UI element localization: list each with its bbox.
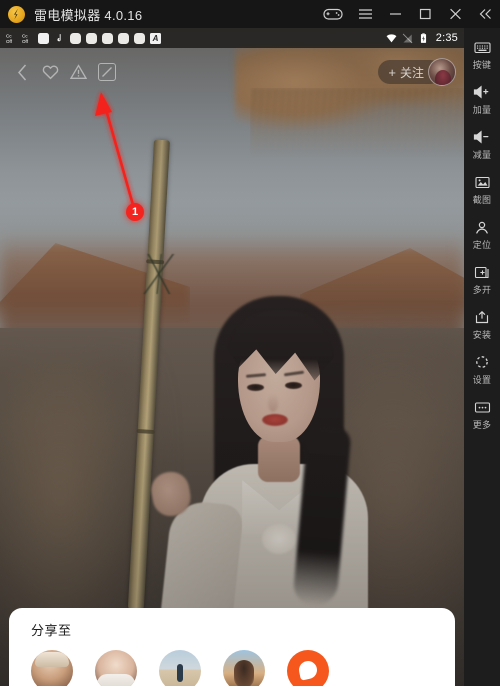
app-round-icon [134,32,145,44]
svg-text:Cc: Cc [22,33,28,38]
app-round-icon [70,32,81,44]
toolbar-item-volume-down[interactable]: 减量 [464,128,500,161]
svg-text:Cc: Cc [6,33,12,38]
gamepad-icon[interactable] [316,0,350,28]
status-bar-system: 2:35 [386,32,458,44]
volume-up-icon [473,83,492,101]
double-chevron-left-icon[interactable] [470,0,500,28]
toolbar-label: 截图 [472,195,492,205]
contact-avatar-3[interactable] [159,650,201,686]
letter-a-icon: A [150,32,161,44]
contact-avatar-1[interactable] [31,650,73,686]
app-round-icon [118,32,129,44]
keyboard-icon [473,38,491,56]
toolbar-label: 定位 [472,240,492,250]
share-sheet: 分享至 [9,608,455,686]
follow-label: 关注 [399,65,424,80]
emulator-screen[interactable]: Cc Off Cc Off A 2:35 + 关注 1 分享至 [0,28,464,686]
svg-text:Off: Off [22,39,29,44]
maximize-icon[interactable] [410,0,440,28]
share-more-icon[interactable] [287,650,329,686]
cc-off-icon: Cc Off [22,33,29,44]
heart-icon[interactable] [36,58,64,86]
app-round-icon [86,32,97,44]
toolbar-label: 安装 [472,330,492,340]
cc-off-icon: Cc Off [6,33,13,44]
follow-plus-icon: + [388,64,396,80]
app-top-bar: + 关注 [0,50,464,94]
toolbar-item-more[interactable]: 更多 [464,398,500,431]
settings-gear-icon [474,353,490,371]
share-box-icon[interactable] [98,63,116,81]
close-icon[interactable] [440,0,470,28]
status-bar-clock: 2:35 [435,32,458,44]
toolbar-item-screenshot[interactable]: 截图 [464,173,500,206]
warning-triangle-icon[interactable] [64,58,92,86]
window-title-bar: 雷电模拟器 4.0.16 [0,0,500,28]
emulator-toolbar: 按键 加量 减量 截图 定位 多开 安装 设置 更多 [464,28,500,686]
battery-icon [420,32,426,43]
svg-text:Off: Off [6,39,13,44]
hamburger-menu-icon[interactable] [350,0,380,28]
tiktok-note-icon [57,33,61,41]
toolbar-label: 按键 [472,60,492,70]
more-dots-icon [474,398,491,416]
install-apk-icon [474,308,490,326]
screenshot-icon [474,173,491,191]
follow-area: + 关注 [378,58,456,86]
video-photo-content [0,28,464,686]
contact-avatar-2[interactable] [95,650,137,686]
window-title: 雷电模拟器 4.0.16 [34,7,143,23]
volume-down-icon [473,128,492,146]
signal-icon [402,33,413,43]
chevron-left-icon[interactable] [8,58,36,86]
app-square-icon [38,32,49,44]
toolbar-label: 减量 [472,150,492,160]
ldplayer-logo-icon [8,5,25,23]
toolbar-item-keyboard[interactable]: 按键 [464,38,500,71]
toolbar-label: 设置 [472,375,492,385]
user-avatar[interactable] [428,58,456,86]
toolbar-item-settings[interactable]: 设置 [464,353,500,386]
share-sheet-title: 分享至 [31,623,72,638]
contact-avatar-4[interactable] [223,650,265,686]
status-bar-notifications: Cc Off Cc Off A [6,32,161,44]
location-pin-icon [474,218,490,236]
toolbar-label: 更多 [472,420,492,430]
toolbar-item-install[interactable]: 安装 [464,308,500,341]
minimize-icon[interactable] [380,0,410,28]
toolbar-label: 多开 [472,285,492,295]
ldplayer-window: 雷电模拟器 4.0.16 Cc Off Cc Off A 2:35 + 关注 1… [0,0,500,686]
toolbar-label: 加量 [472,105,492,115]
window-controls [316,0,500,28]
wifi-icon [386,33,397,42]
multi-instance-icon [474,263,491,281]
toolbar-item-volume-up[interactable]: 加量 [464,83,500,116]
share-contacts-row [31,650,455,686]
toolbar-item-multi-instance[interactable]: 多开 [464,263,500,296]
toolbar-item-location[interactable]: 定位 [464,218,500,251]
app-round-icon [102,32,113,44]
android-status-bar: Cc Off Cc Off A 2:35 [0,28,464,48]
